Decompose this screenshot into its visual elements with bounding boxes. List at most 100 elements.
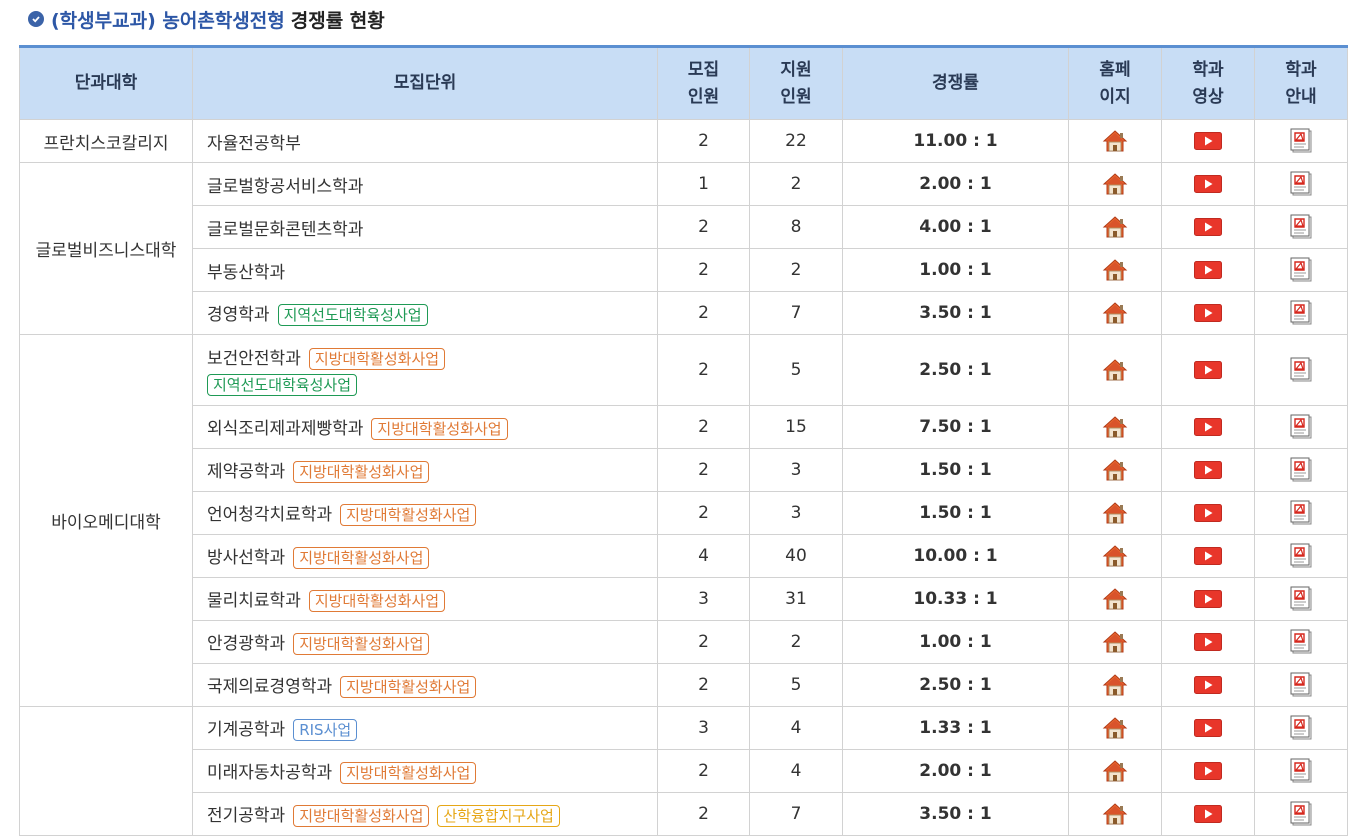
pdf-document-icon[interactable]: [1288, 500, 1314, 526]
guide-cell: [1254, 405, 1348, 449]
play-video-icon[interactable]: [1194, 719, 1222, 737]
rate-cell: 1.33 : 1: [842, 706, 1069, 750]
title-label: 경쟁률 현황: [290, 9, 385, 32]
play-video-icon[interactable]: [1194, 361, 1222, 379]
unit-name: 경영학과: [207, 305, 270, 325]
home-icon[interactable]: [1102, 759, 1128, 783]
header-quota: 모집 인원: [657, 46, 750, 120]
unit-cell: 제약공학과 지방대학활성화사업: [192, 448, 658, 492]
rate-cell: 10.00 : 1: [842, 534, 1069, 578]
program-tag: 지방대학활성화사업: [293, 633, 430, 655]
play-video-icon[interactable]: [1194, 218, 1222, 236]
table-row: 미래자동차공학과 지방대학활성화사업 2 4 2.00 : 1: [20, 749, 1348, 793]
pdf-document-icon[interactable]: [1288, 586, 1314, 612]
home-icon[interactable]: [1102, 129, 1128, 153]
rate-cell: 7.50 : 1: [842, 405, 1069, 449]
home-cell: [1068, 119, 1162, 163]
unit-name: 글로벌항공서비스학과: [207, 176, 364, 197]
play-video-icon[interactable]: [1194, 633, 1222, 651]
home-icon[interactable]: [1102, 301, 1128, 325]
pdf-document-icon[interactable]: [1288, 128, 1314, 154]
guide-cell: [1254, 663, 1348, 707]
play-video-icon[interactable]: [1194, 676, 1222, 694]
unit-name: 미래자동차공학과: [207, 763, 333, 783]
pdf-document-icon[interactable]: [1288, 672, 1314, 698]
college-cell: 프란치스코칼리지: [19, 119, 193, 163]
home-icon[interactable]: [1102, 673, 1128, 697]
table-row: 안경광학과 지방대학활성화사업 2 2 1.00 : 1: [20, 620, 1348, 664]
table-row: 프란치스코칼리지 자율전공학부 2 22 11.00 : 1: [19, 119, 1348, 163]
pdf-document-icon[interactable]: [1288, 543, 1314, 569]
pdf-document-icon[interactable]: [1288, 214, 1314, 240]
video-cell: [1161, 291, 1255, 335]
home-icon[interactable]: [1102, 358, 1128, 382]
quota-cell: 1: [657, 162, 750, 206]
rate-cell: 1.50 : 1: [842, 491, 1069, 535]
home-cell: [1068, 620, 1162, 664]
home-icon[interactable]: [1102, 544, 1128, 568]
unit-name: 외식조리제과제빵학과: [207, 419, 364, 439]
rate-cell: 3.50 : 1: [842, 291, 1069, 335]
program-tag: 지방대학활성화사업: [371, 418, 508, 440]
quota-cell: 2: [657, 119, 750, 163]
play-video-icon[interactable]: [1194, 418, 1222, 436]
pdf-document-icon[interactable]: [1288, 629, 1314, 655]
home-icon[interactable]: [1102, 587, 1128, 611]
rate-cell: 1.00 : 1: [842, 248, 1069, 292]
play-video-icon[interactable]: [1194, 547, 1222, 565]
unit-cell: 방사선학과 지방대학활성화사업: [192, 534, 658, 578]
unit-cell: 부동산학과: [192, 248, 658, 292]
home-icon[interactable]: [1102, 802, 1128, 826]
unit-cell: 글로벌문화콘텐츠학과: [192, 205, 658, 249]
table-row: 전기공학과 지방대학활성화사업 산학융합지구사업 2 7 3.50 : 1: [20, 792, 1348, 836]
play-video-icon[interactable]: [1194, 762, 1222, 780]
program-tag: 지방대학활성화사업: [340, 762, 477, 784]
applicants-cell: 4: [749, 706, 843, 750]
home-icon[interactable]: [1102, 215, 1128, 239]
unit-name: 국제의료경영학과: [207, 677, 333, 697]
home-icon[interactable]: [1102, 716, 1128, 740]
pdf-document-icon[interactable]: [1288, 357, 1314, 383]
play-video-icon[interactable]: [1194, 590, 1222, 608]
play-video-icon[interactable]: [1194, 175, 1222, 193]
quota-cell: 2: [657, 291, 750, 335]
header-video: 학과 영상: [1161, 46, 1255, 120]
play-video-icon[interactable]: [1194, 461, 1222, 479]
table-row: 외식조리제과제빵학과 지방대학활성화사업 2 15 7.50 : 1: [20, 405, 1348, 449]
home-icon[interactable]: [1102, 458, 1128, 482]
play-video-icon[interactable]: [1194, 261, 1222, 279]
home-icon[interactable]: [1102, 501, 1128, 525]
home-cell: [1068, 706, 1162, 750]
table-row: 바이오메디대학 보건안전학과 지방대학활성화사업 지역선도대학육성사업 2 5 2.50 :…: [19, 334, 1348, 707]
pdf-document-icon[interactable]: [1288, 300, 1314, 326]
applicants-cell: 2: [749, 162, 843, 206]
table-row: 국제의료경영학과 지방대학활성화사업 2 5 2.50 : 1: [20, 663, 1348, 707]
home-icon[interactable]: [1102, 630, 1128, 654]
pdf-document-icon[interactable]: [1288, 171, 1314, 197]
quota-cell: 2: [657, 405, 750, 449]
guide-cell: [1254, 291, 1348, 335]
home-icon[interactable]: [1102, 415, 1128, 439]
pdf-document-icon[interactable]: [1288, 758, 1314, 784]
table-row: 부동산학과 2 2 1.00 : 1: [20, 248, 1348, 292]
pdf-document-icon[interactable]: [1288, 457, 1314, 483]
pdf-document-icon[interactable]: [1288, 257, 1314, 283]
program-tag: 산학융합지구사업: [437, 805, 560, 827]
guide-cell: [1254, 620, 1348, 664]
play-video-icon[interactable]: [1194, 304, 1222, 322]
program-tag: 지방대학활성화사업: [293, 461, 430, 483]
home-icon[interactable]: [1102, 172, 1128, 196]
play-video-icon[interactable]: [1194, 132, 1222, 150]
pdf-document-icon[interactable]: [1288, 414, 1314, 440]
home-icon[interactable]: [1102, 258, 1128, 282]
pdf-document-icon[interactable]: [1288, 801, 1314, 827]
header-unit: 모집단위: [192, 46, 658, 120]
guide-cell: [1254, 792, 1348, 836]
unit-cell: 보건안전학과 지방대학활성화사업 지역선도대학육성사업: [192, 334, 658, 406]
pdf-document-icon[interactable]: [1288, 715, 1314, 741]
play-video-icon[interactable]: [1194, 805, 1222, 823]
video-cell: [1161, 205, 1255, 249]
rate-cell: 3.50 : 1: [842, 792, 1069, 836]
applicants-cell: 15: [749, 405, 843, 449]
play-video-icon[interactable]: [1194, 504, 1222, 522]
